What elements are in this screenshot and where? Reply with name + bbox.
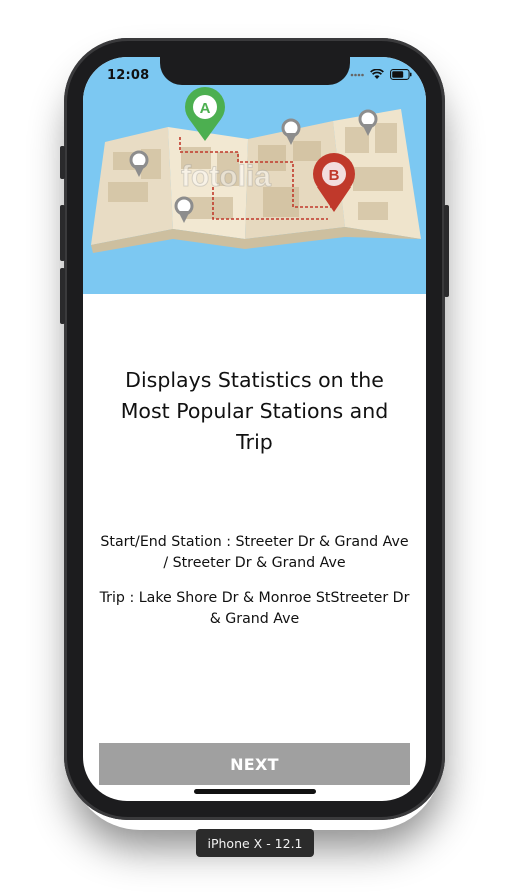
- home-indicator[interactable]: [194, 789, 316, 794]
- map-illustration: A B fotolia: [91, 87, 421, 253]
- volume-down-button: [60, 268, 65, 324]
- watermark-text: fotolia: [181, 160, 271, 193]
- pin-b-label: B: [329, 167, 340, 184]
- status-indicators: [350, 69, 412, 80]
- wifi-icon: [370, 69, 384, 79]
- trip-stats-text: Trip : Lake Shore Dr & Monroe StStreeter…: [99, 590, 410, 627]
- battery-icon: [390, 69, 412, 80]
- hero-banner: A B fotolia: [83, 57, 426, 294]
- status-time: 12:08: [107, 68, 150, 83]
- power-button: [444, 205, 449, 297]
- phone-screen: A B fotolia 12:08 Displays Statistics on…: [83, 57, 426, 801]
- mute-switch: [60, 146, 65, 179]
- volume-up-button: [60, 205, 65, 261]
- pin-a-label: A: [200, 100, 211, 117]
- page-title: Displays Statistics on the Most Popular …: [120, 368, 389, 454]
- station-stats-text: Start/End Station : Streeter Dr & Grand …: [100, 534, 409, 571]
- device-label: iPhone X - 12.1: [196, 829, 314, 857]
- signal-icon: [350, 73, 364, 76]
- next-button[interactable]: NEXT: [99, 743, 410, 785]
- notch: [160, 57, 350, 85]
